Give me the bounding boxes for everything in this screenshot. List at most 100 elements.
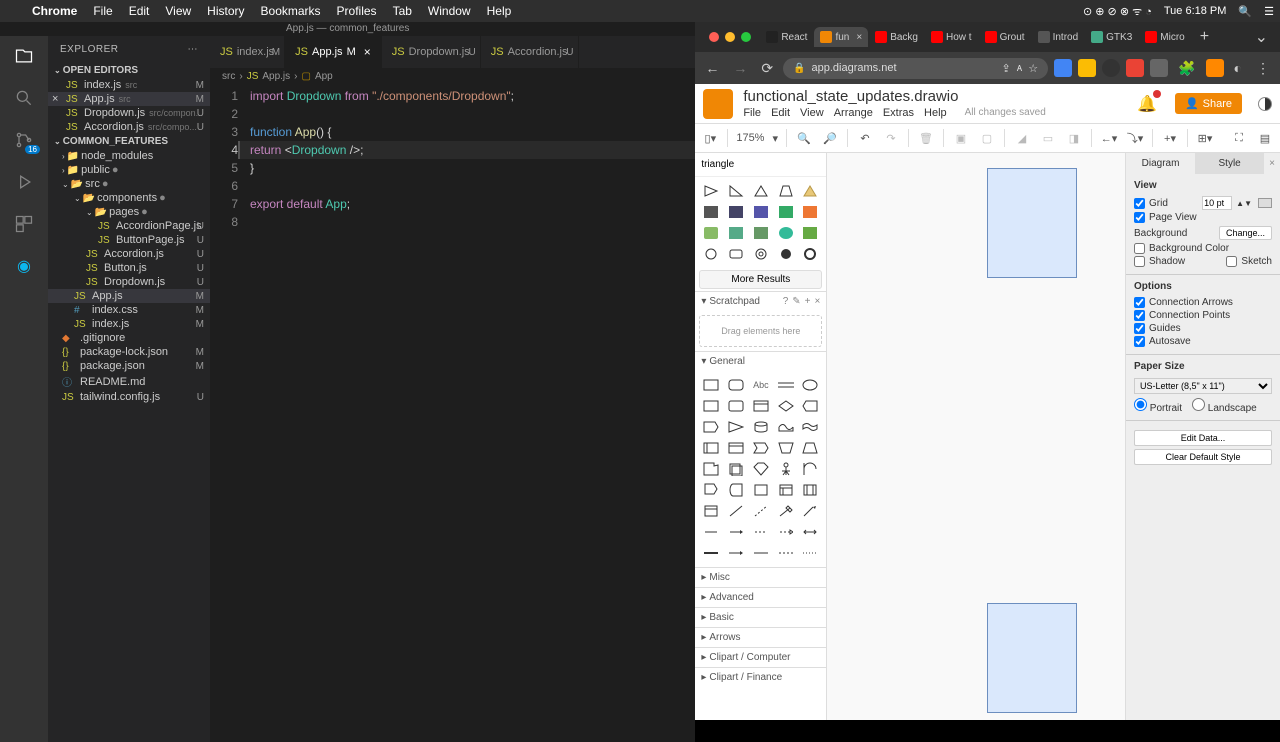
shape[interactable] [724, 223, 748, 243]
drawio-logo[interactable] [703, 89, 733, 119]
file-item[interactable]: {}package-lock.jsonM [48, 345, 210, 359]
folder-pages[interactable]: ⌄📂pages● [48, 205, 210, 219]
shape[interactable] [699, 244, 723, 264]
file-item[interactable]: #index.cssM [48, 303, 210, 317]
shape[interactable] [699, 501, 723, 521]
browser-tab[interactable]: Introd [1032, 27, 1085, 47]
tab-diagram[interactable]: Diagram [1126, 153, 1195, 174]
help-icon[interactable]: ? [783, 296, 789, 307]
menu-help[interactable]: Help [479, 4, 520, 18]
grid-color[interactable] [1258, 198, 1272, 208]
open-editors-header[interactable]: ⌄OPEN EDITORS [48, 63, 210, 78]
basic-header[interactable]: ▸Basic [695, 608, 826, 627]
menu-extras[interactable]: Extras [883, 107, 914, 119]
shape-rectangle[interactable] [987, 603, 1077, 713]
file-item[interactable]: JSAccordionPage.jsU [48, 219, 210, 233]
bgcolor-checkbox[interactable] [1134, 243, 1145, 254]
pageview-checkbox[interactable] [1134, 212, 1145, 223]
shape[interactable] [799, 522, 823, 542]
extension-icon[interactable] [1078, 59, 1096, 77]
shape[interactable] [774, 459, 798, 479]
to-front-icon[interactable]: ▣ [952, 129, 970, 147]
grid-size-input[interactable] [1202, 196, 1232, 210]
zoom-in-icon[interactable]: 🔎 [821, 129, 839, 147]
edit-data-button[interactable]: Edit Data... [1134, 430, 1272, 446]
shape[interactable] [774, 522, 798, 542]
menu-edit[interactable]: Edit [121, 4, 158, 18]
shape[interactable] [724, 543, 748, 563]
menu-view[interactable]: View [157, 4, 199, 18]
code-editor[interactable]: 12345678 import Dropdown from "./compone… [210, 85, 695, 742]
menu-view[interactable]: View [800, 107, 824, 119]
shape[interactable] [749, 244, 773, 264]
waypoint-icon[interactable]: ⤵▾ [1126, 129, 1144, 147]
file-item[interactable]: JSButtonPage.jsU [48, 233, 210, 247]
share-button[interactable]: 👤 Share [1175, 93, 1242, 114]
browser-tab[interactable]: Backg [869, 27, 924, 47]
file-item[interactable]: JStailwind.config.jsU [48, 390, 210, 404]
file-item[interactable]: {}package.jsonM [48, 359, 210, 373]
browser-tab[interactable]: Grout [979, 27, 1031, 47]
clear-style-button[interactable]: Clear Default Style [1134, 449, 1272, 465]
shape[interactable] [749, 223, 773, 243]
share-icon[interactable]: ⇪ [1002, 62, 1011, 75]
menu-edit[interactable]: Edit [771, 107, 790, 119]
shape[interactable] [749, 181, 773, 201]
format-icon[interactable]: ▤ [1256, 129, 1274, 147]
shape[interactable] [774, 202, 798, 222]
more-results-button[interactable]: More Results [699, 270, 822, 289]
canvas[interactable] [827, 153, 1125, 720]
back-button[interactable]: ← [701, 60, 723, 76]
menu-profiles[interactable]: Profiles [329, 4, 385, 18]
shape[interactable] [799, 244, 823, 264]
profile-icon[interactable]: ◐ [1230, 60, 1246, 76]
misc-header[interactable]: ▸Misc [695, 568, 826, 587]
menu-file[interactable]: File [743, 107, 761, 119]
folder-components[interactable]: ⌄📂components● [48, 191, 210, 205]
search-icon[interactable]: 🔍 [1232, 5, 1258, 18]
shape[interactable] [749, 459, 773, 479]
shape[interactable] [799, 459, 823, 479]
browser-tab[interactable]: GTK3 [1085, 27, 1138, 47]
shape[interactable] [774, 501, 798, 521]
docker-icon[interactable]: ◉ [12, 254, 36, 278]
shape[interactable] [724, 438, 748, 458]
shape[interactable] [749, 438, 773, 458]
table-icon[interactable]: ⊞▾ [1196, 129, 1214, 147]
shape[interactable] [749, 543, 773, 563]
clipart2-header[interactable]: ▸Clipart / Finance [695, 668, 826, 687]
maximize-window[interactable] [741, 32, 751, 42]
change-background-button[interactable]: Change... [1219, 226, 1272, 240]
file-item[interactable]: JSApp.jsM [48, 289, 210, 303]
new-tab-button[interactable]: + [1192, 28, 1217, 46]
scratchpad-header[interactable]: ▾Scratchpad?✎+× [695, 292, 826, 311]
shape[interactable] [699, 202, 723, 222]
close-icon[interactable]: × [814, 296, 820, 307]
shape[interactable] [724, 417, 748, 437]
project-header[interactable]: ⌄COMMON_FEATURES [48, 134, 210, 149]
folder-public[interactable]: ›📁public● [48, 163, 210, 177]
shape[interactable] [749, 417, 773, 437]
extension-icon[interactable] [1206, 59, 1224, 77]
extension-icon[interactable] [1102, 59, 1120, 77]
page-icon[interactable]: ▯▾ [701, 129, 719, 147]
clipart-header[interactable]: ▸Clipart / Computer [695, 648, 826, 667]
debug-icon[interactable] [12, 170, 36, 194]
shape[interactable] [799, 375, 823, 395]
file-item[interactable]: JSAccordion.jsU [48, 247, 210, 261]
more-icon[interactable]: ⋯ [188, 44, 199, 55]
shape[interactable] [749, 396, 773, 416]
shape[interactable] [724, 459, 748, 479]
scratchpad-dropzone[interactable]: Drag elements here [699, 315, 822, 347]
extensions-icon[interactable]: 🧩 [1174, 60, 1199, 77]
tab-accordion[interactable]: JSAccordion.js U [481, 36, 579, 68]
shape[interactable] [774, 543, 798, 563]
file-item[interactable]: JSindex.jsM [48, 317, 210, 331]
menu-file[interactable]: File [85, 4, 120, 18]
shape[interactable] [799, 396, 823, 416]
shape[interactable] [724, 480, 748, 500]
breadcrumbs[interactable]: src› JSApp.js› ▢App [210, 68, 695, 85]
translate-icon[interactable]: ᴀ [1017, 62, 1022, 74]
shape[interactable] [699, 223, 723, 243]
shape[interactable] [774, 244, 798, 264]
